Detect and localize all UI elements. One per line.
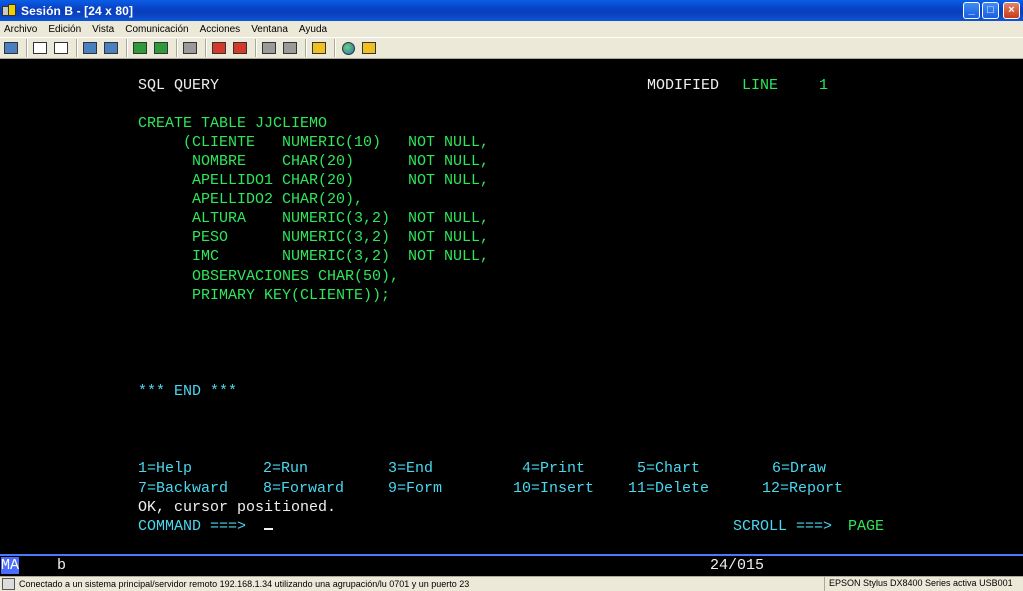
sql-line[interactable]: PRIMARY KEY(CLIENTE)); (138, 286, 390, 305)
fkey-form[interactable]: 9=Form (388, 479, 442, 498)
menu-ventana[interactable]: Ventana (251, 24, 288, 35)
play-macro-icon[interactable] (260, 39, 278, 57)
panel-title: SQL QUERY (138, 77, 220, 94)
paste-icon[interactable] (52, 39, 70, 57)
fkey-backward[interactable]: 7=Backward (138, 479, 228, 498)
sql-line[interactable]: CREATE TABLE JJCLIEMO (138, 114, 327, 133)
connection-icon (2, 578, 15, 590)
toolbar-separator (126, 39, 128, 57)
receive-icon[interactable] (102, 39, 120, 57)
printer-status: EPSON Stylus DX8400 Series activa USB001 (824, 577, 1023, 591)
text-cursor (264, 528, 273, 530)
record-macro-icon[interactable] (210, 39, 228, 57)
window-title: Sesión B - [24 x 80] (21, 3, 134, 18)
toolbar-separator (176, 39, 178, 57)
status-message: OK, cursor positioned. (138, 499, 337, 516)
app-icon[interactable] (2, 3, 18, 18)
title-bar[interactable]: Sesión B - [24 x 80] _ □ × (0, 0, 1023, 21)
fkey-chart[interactable]: 5=Chart (637, 459, 700, 478)
sql-line[interactable]: IMC NUMERIC(3,2) NOT NULL, (138, 247, 489, 266)
scroll-label: SCROLL ===> (733, 518, 833, 535)
minimize-button[interactable]: _ (963, 2, 980, 19)
connection-status: Conectado a un sistema principal/servido… (19, 579, 470, 589)
toolbar-separator (305, 39, 307, 57)
cursor-position: 24/015 (710, 557, 765, 574)
modified-indicator: MODIFIED (647, 77, 720, 94)
fkey-print[interactable]: 4=Print (522, 459, 585, 478)
menu-vista[interactable]: Vista (92, 24, 114, 35)
sql-line[interactable]: OBSERVACIONES CHAR(50), (138, 267, 399, 286)
menu-acciones[interactable]: Acciones (200, 24, 241, 35)
fkey-draw[interactable]: 6=Draw (772, 459, 826, 478)
toolbar (0, 37, 1023, 59)
session-icon[interactable] (152, 39, 170, 57)
toolbar-separator (205, 39, 207, 57)
sql-line[interactable]: APELLIDO2 CHAR(20), (138, 190, 363, 209)
sql-line[interactable]: NOMBRE CHAR(20) NOT NULL, (138, 152, 489, 171)
maximize-button[interactable]: □ (982, 2, 999, 19)
end-marker: *** END *** (138, 383, 238, 400)
stop-macro-icon[interactable] (231, 39, 249, 57)
send-icon[interactable] (81, 39, 99, 57)
terminal-screen[interactable]: SQL QUERY MODIFIED LINE 1 CREATE TABLE J… (0, 59, 1023, 554)
menu-archivo[interactable]: Archivo (4, 24, 37, 35)
chart-icon[interactable] (181, 39, 199, 57)
copy-icon[interactable] (31, 39, 49, 57)
settings-icon[interactable] (360, 39, 378, 57)
window-controls: _ □ × (963, 2, 1020, 19)
clipboard-icon[interactable] (310, 39, 328, 57)
menu-edicion[interactable]: Edición (48, 24, 81, 35)
scroll-input[interactable]: PAGE (848, 517, 884, 536)
toolbar-separator (255, 39, 257, 57)
toolbar-separator (76, 39, 78, 57)
print-screen-icon[interactable] (2, 39, 20, 57)
toolbar-separator (334, 39, 336, 57)
menu-ayuda[interactable]: Ayuda (299, 24, 327, 35)
fkey-help[interactable]: 1=Help (138, 459, 192, 478)
fkey-delete[interactable]: 11=Delete (628, 479, 709, 498)
menu-bar: Archivo Edición Vista Comunicación Accio… (0, 21, 1023, 37)
command-label: COMMAND ===> (138, 518, 247, 535)
globe-icon[interactable] (339, 39, 357, 57)
command-input[interactable] (262, 517, 273, 536)
line-label: LINE (742, 77, 779, 94)
close-button[interactable]: × (1003, 2, 1020, 19)
toolbar-separator (26, 39, 28, 57)
sql-line[interactable]: (CLIENTE NUMERIC(10) NOT NULL, (138, 133, 489, 152)
status-bar: Conectado a un sistema principal/servido… (0, 576, 1023, 591)
display-icon[interactable] (131, 39, 149, 57)
sql-line[interactable]: ALTURA NUMERIC(3,2) NOT NULL, (138, 209, 489, 228)
operator-info-area: MA b 24/015 (0, 556, 1023, 576)
oia-mode-text: MA (1, 557, 20, 574)
oia-session: b (57, 557, 67, 574)
menu-comunicacion[interactable]: Comunicación (125, 24, 188, 35)
line-number: 1 (819, 77, 829, 94)
fkey-forward[interactable]: 8=Forward (263, 479, 344, 498)
macro-icon[interactable] (281, 39, 299, 57)
oia-mode: MA (0, 556, 20, 576)
sql-line[interactable]: PESO NUMERIC(3,2) NOT NULL, (138, 228, 489, 247)
fkey-insert[interactable]: 10=Insert (513, 479, 594, 498)
fkey-run[interactable]: 2=Run (263, 459, 308, 478)
fkey-report[interactable]: 12=Report (762, 479, 843, 498)
sql-line[interactable]: APELLIDO1 CHAR(20) NOT NULL, (138, 171, 489, 190)
fkey-end[interactable]: 3=End (388, 459, 433, 478)
